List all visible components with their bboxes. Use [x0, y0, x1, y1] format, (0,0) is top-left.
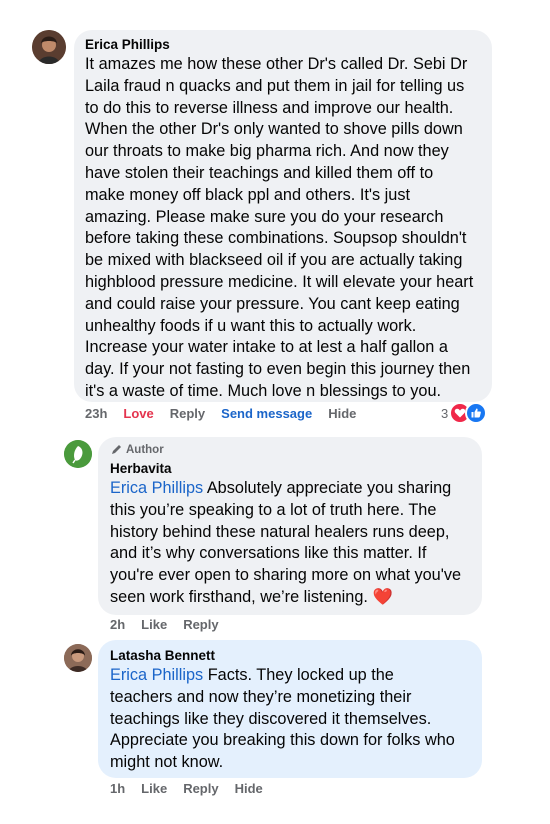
- hide-button[interactable]: Hide: [328, 406, 356, 421]
- comment-author[interactable]: Herbavita: [110, 461, 172, 476]
- reply-button[interactable]: Reply: [170, 406, 205, 421]
- like-icon: [465, 402, 487, 424]
- comment-author[interactable]: Latasha Bennett: [110, 648, 215, 663]
- like-button[interactable]: Like: [141, 781, 167, 796]
- avatar[interactable]: [64, 440, 92, 468]
- mention-link[interactable]: Erica Phillips: [110, 479, 203, 497]
- comment-author[interactable]: Erica Phillips: [85, 37, 170, 52]
- reply-button[interactable]: Reply: [183, 617, 218, 632]
- avatar[interactable]: [32, 30, 66, 64]
- author-badge: Author: [110, 443, 164, 456]
- comment-actions: 1h Like Reply Hide: [110, 781, 279, 796]
- comment-text: Erica Phillips Facts. They locked up the…: [110, 665, 480, 774]
- like-button[interactable]: Like: [141, 617, 167, 632]
- pen-icon: [110, 443, 123, 456]
- comment-actions: 23h Love Reply Send message Hide: [85, 406, 372, 421]
- comment-time[interactable]: 1h: [110, 781, 125, 796]
- comment-body: Absolutely appreciate you sharing this y…: [110, 479, 462, 606]
- avatar[interactable]: [64, 644, 92, 672]
- comment-text: Erica Phillips Absolutely appreciate you…: [110, 478, 480, 609]
- comment-time[interactable]: 23h: [85, 406, 107, 421]
- author-tag-label: Author: [126, 443, 164, 456]
- hide-button[interactable]: Hide: [235, 781, 263, 796]
- love-button[interactable]: Love: [123, 406, 153, 421]
- send-message-button[interactable]: Send message: [221, 406, 312, 421]
- comment-time[interactable]: 2h: [110, 617, 125, 632]
- heart-emoji: ❤️: [372, 587, 393, 606]
- comment-actions: 2h Like Reply: [110, 617, 235, 632]
- mention-link[interactable]: Erica Phillips: [110, 666, 203, 684]
- reaction-icons[interactable]: [449, 402, 487, 424]
- comment-text: It amazes me how these other Dr's called…: [85, 55, 474, 400]
- reply-button[interactable]: Reply: [183, 781, 218, 796]
- reaction-count[interactable]: 3: [441, 406, 448, 421]
